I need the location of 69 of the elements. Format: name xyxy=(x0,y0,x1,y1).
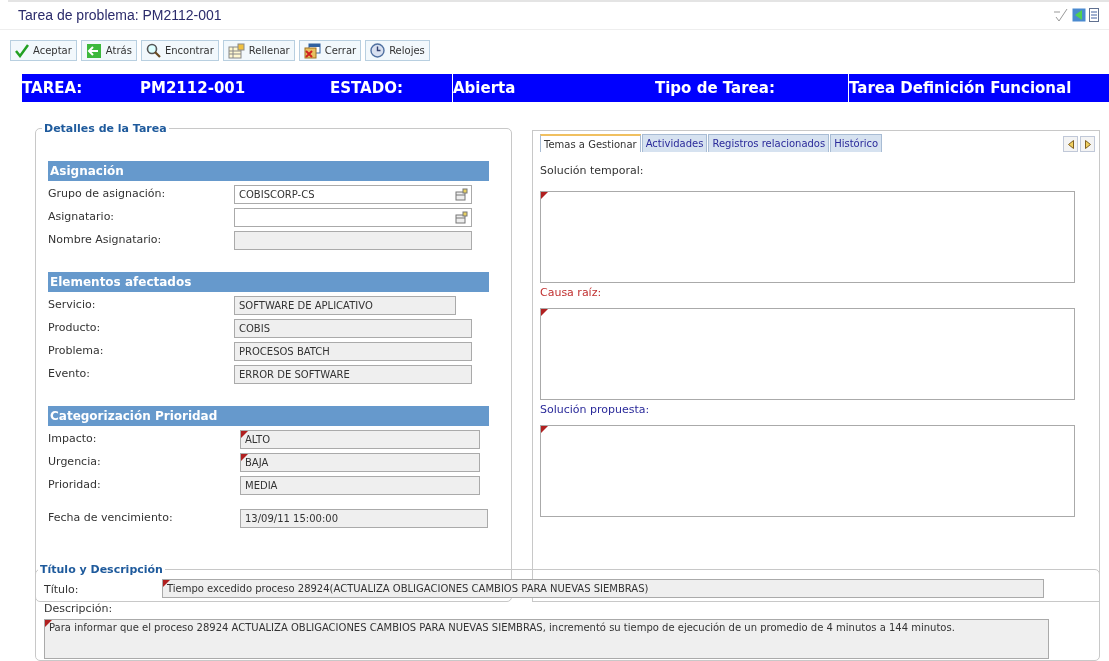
section-header: Elementos afectados xyxy=(48,272,489,293)
input-field[interactable]: Tiempo excedido proceso 28924(ACTUALIZA OBLIGACIONES CAMBIOS PARA NUEVAS SIEMBRAS) xyxy=(162,578,1044,598)
tab[interactable]: Registros relacionados xyxy=(708,134,830,153)
search-icon xyxy=(145,43,161,59)
clock-icon xyxy=(370,43,386,59)
banner-label: Tipo de Tarea: xyxy=(655,79,775,98)
field-label: Problema: xyxy=(48,343,105,358)
spellcheck-icon[interactable] xyxy=(1053,7,1069,22)
field-label: Causa raíz: xyxy=(540,286,603,300)
banner-value: Tarea Definición Funcional xyxy=(849,79,1072,98)
field-label: Título: xyxy=(44,581,80,596)
panel-title: Detalles de la Tarea xyxy=(43,122,168,136)
field-label: Solución temporal: xyxy=(540,164,645,178)
banner-label: ESTADO: xyxy=(330,79,403,98)
input-field[interactable]: 13/09/11 15:00:00 xyxy=(240,509,488,529)
field-label: Prioridad: xyxy=(48,477,102,492)
input-field[interactable]: Para informar que el proceso 28924 ACTUALIZA OBLIGACIONES CAMBIOS PARA NUEVAS SIEMBRAS, incrementó su tiempo de ejecución de un promedio de 4 minutos a 144 minutos. xyxy=(44,619,1049,660)
field-label: Nombre Asignatario: xyxy=(48,232,163,247)
window-close-icon xyxy=(303,42,321,59)
section-header: Categorización Prioridad xyxy=(48,406,489,427)
back-arrow-icon xyxy=(85,42,102,59)
toolbar-button[interactable]: Rellenar xyxy=(222,40,295,62)
list-icon[interactable] xyxy=(1089,7,1099,22)
field-label: Fecha de vencimiento: xyxy=(48,510,174,525)
panel-title: Título y Descripción xyxy=(39,563,164,577)
field-label: Producto: xyxy=(48,320,102,335)
check-icon xyxy=(15,43,29,58)
banner-value: PM2112-001 xyxy=(140,79,246,98)
text-area[interactable] xyxy=(540,425,1075,518)
right-triangle-icon xyxy=(1084,139,1091,149)
text-area[interactable] xyxy=(540,308,1075,401)
field-label: Descripción: xyxy=(44,601,114,616)
left-triangle-icon xyxy=(1067,139,1074,149)
field-label: Solución propuesta: xyxy=(540,403,651,417)
input-field[interactable]: PROCESOS BATCH xyxy=(234,342,472,362)
input-field[interactable]: BAJA xyxy=(240,453,480,473)
input-field[interactable]: ERROR DE SOFTWARE xyxy=(234,365,472,385)
field-label: Servicio: xyxy=(48,297,97,312)
toolbar-button[interactable]: Encontrar xyxy=(140,40,219,62)
field-label: Evento: xyxy=(48,366,91,381)
input-field[interactable]: ALTO xyxy=(240,430,480,450)
tab[interactable]: Actividades xyxy=(641,134,708,153)
tab[interactable]: Histórico xyxy=(830,134,883,153)
window-title: Tarea de problema: PM2112-001 xyxy=(18,6,222,23)
lookup-icon[interactable] xyxy=(455,188,468,202)
input-field[interactable] xyxy=(234,208,472,228)
next-button[interactable] xyxy=(1080,136,1095,153)
input-field[interactable]: COBISCORP-CS xyxy=(234,185,472,205)
input-field[interactable] xyxy=(234,231,472,251)
field-label: Grupo de asignación: xyxy=(48,186,167,201)
toolbar-button[interactable]: Relojes xyxy=(365,40,430,62)
previous-button[interactable] xyxy=(1063,136,1078,153)
field-label: Impacto: xyxy=(48,431,98,446)
input-field[interactable]: COBIS xyxy=(234,319,472,339)
tab[interactable]: Temas a Gestionar xyxy=(540,134,641,153)
toolbar-button[interactable]: Aceptar xyxy=(10,40,77,62)
text-area[interactable] xyxy=(540,191,1075,284)
banner-value: Abierta xyxy=(453,79,516,98)
table-icon xyxy=(227,42,245,59)
input-field[interactable]: SOFTWARE DE APLICATIVO xyxy=(234,296,456,316)
field-label: Asignatario: xyxy=(48,209,116,224)
toolbar-button[interactable]: Cerrar xyxy=(298,40,362,62)
lookup-icon[interactable] xyxy=(455,211,468,225)
input-field[interactable]: MEDIA xyxy=(240,476,480,496)
field-label: Urgencia: xyxy=(48,454,102,469)
toolbar-button[interactable]: Atrás xyxy=(80,40,137,62)
section-header: Asignación xyxy=(48,161,489,182)
banner-label: TAREA: xyxy=(22,79,83,98)
required-mark xyxy=(241,454,248,462)
